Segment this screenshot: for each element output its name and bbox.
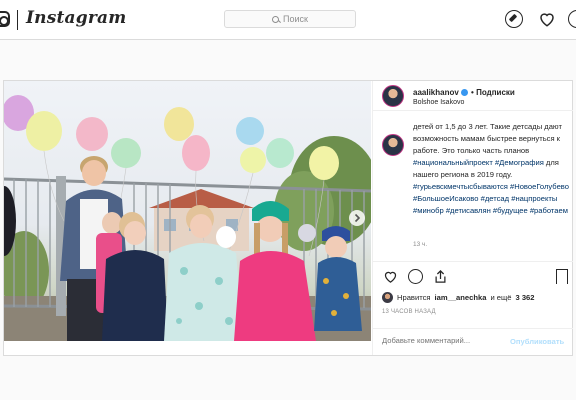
search-placeholder: Поиск — [283, 14, 308, 24]
hashtag-link[interactable]: #детсад — [481, 194, 509, 203]
post-header: aaalikhanov • Подписки Bolshoe Isakovo — [373, 81, 573, 111]
hashtag-link[interactable]: #национальныйпроект — [413, 158, 493, 167]
publish-button[interactable]: Опубликовать — [510, 337, 564, 346]
hashtag-link[interactable]: #детисавлян — [446, 206, 491, 215]
hashtag-link[interactable]: #гурьевскмечтысбываются — [413, 182, 508, 191]
comment-input[interactable] — [382, 336, 502, 345]
hashtag-link[interactable]: #НовоеГолубево — [510, 182, 569, 191]
nav-divider — [17, 10, 18, 30]
profile-icon[interactable] — [568, 10, 576, 28]
post-actions — [373, 261, 573, 289]
verified-badge-icon — [460, 89, 468, 96]
instagram-glyph-icon[interactable] — [0, 11, 10, 27]
caption-text: детей от 1,5 до 3 лет. Такие детсады даю… — [413, 122, 562, 155]
likes-line[interactable]: Нравится iam__anechka и ещё 3 362 — [382, 292, 535, 303]
likes-count[interactable]: 3 362 — [516, 293, 535, 302]
heart-icon[interactable] — [538, 10, 556, 28]
post-timestamp: 13 ЧАСОВ НАЗАД — [382, 309, 436, 315]
share-icon[interactable] — [433, 269, 448, 284]
top-nav: Instagram Поиск — [0, 0, 576, 40]
search-icon — [272, 15, 280, 23]
hashtag-link[interactable]: #БольшоеИсаково — [413, 194, 478, 203]
liker-avatar — [382, 292, 393, 303]
hashtag-link[interactable]: #работаем — [530, 206, 568, 215]
post-caption: детей от 1,5 до 3 лет. Такие детсады даю… — [413, 121, 570, 217]
post-location[interactable]: Bolshoe Isakovo — [413, 99, 464, 106]
likes-prefix: Нравится — [397, 293, 431, 302]
next-arrow-icon[interactable] — [349, 210, 365, 226]
comment-icon[interactable] — [408, 269, 423, 284]
caption-time: 13 ч. — [413, 241, 428, 248]
hashtag-link[interactable]: #нацпроекты — [511, 194, 557, 203]
save-bookmark-icon[interactable] — [556, 269, 568, 284]
explore-compass-icon[interactable] — [505, 10, 523, 28]
hashtag-link[interactable]: #будущее — [493, 206, 528, 215]
dot-separator: • — [471, 88, 474, 97]
search-input[interactable]: Поиск — [224, 10, 356, 28]
post-card: aaalikhanov • Подписки Bolshoe Isakovo д… — [3, 80, 573, 356]
comment-box: Опубликовать — [373, 328, 573, 355]
author-avatar[interactable] — [382, 85, 404, 107]
liker-username[interactable]: iam__anechka — [435, 293, 487, 302]
hashtag-link[interactable]: #минобр — [413, 206, 444, 215]
post-photo[interactable] — [4, 81, 371, 341]
post-side-panel: aaalikhanov • Подписки Bolshoe Isakovo д… — [372, 81, 573, 355]
likes-middle: и ещё — [490, 293, 512, 302]
caption-avatar[interactable] — [382, 134, 404, 156]
follow-status-button[interactable]: Подписки — [476, 88, 515, 97]
author-line: aaalikhanov • Подписки — [413, 88, 515, 97]
instagram-wordmark[interactable]: Instagram — [26, 8, 126, 28]
author-username[interactable]: aaalikhanov — [413, 88, 459, 97]
hashtag-link[interactable]: #Демография — [495, 158, 544, 167]
like-heart-icon[interactable] — [383, 269, 398, 284]
